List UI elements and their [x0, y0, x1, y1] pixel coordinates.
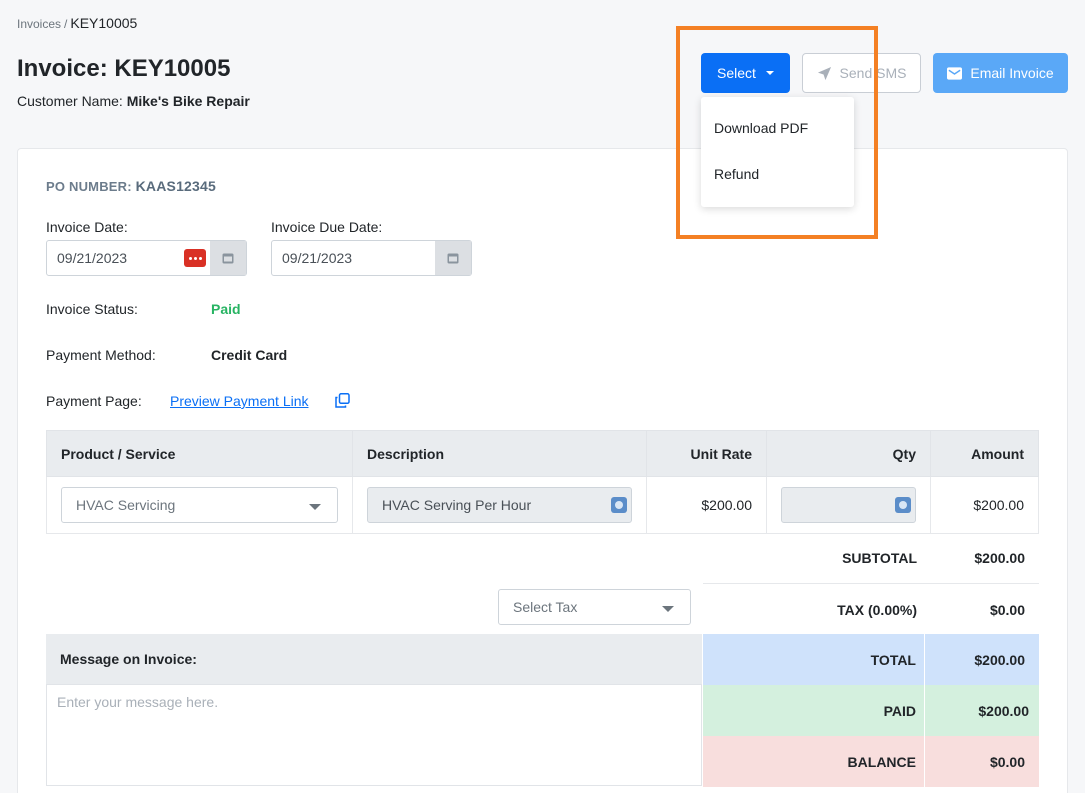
total-label: TOTAL	[703, 634, 925, 685]
amount-cell: $200.00	[930, 476, 1039, 534]
qty-cell	[766, 476, 931, 534]
chevron-down-icon	[662, 606, 674, 612]
unit-rate-cell: $200.00	[646, 476, 767, 534]
customer-name: Mike's Bike Repair	[126, 93, 250, 109]
chevron-down-icon	[309, 504, 321, 510]
column-header-qty: Qty	[766, 430, 931, 477]
message-textarea[interactable]: Enter your message here.	[46, 684, 702, 786]
paper-plane-icon	[817, 66, 831, 80]
paid-value: $200.00	[925, 685, 1039, 736]
input-helper-icon[interactable]	[895, 497, 911, 513]
customer-label: Customer Name:	[17, 93, 123, 109]
description-cell: HVAC Serving Per Hour	[352, 476, 647, 534]
calendar-icon[interactable]	[210, 241, 246, 275]
total-value: $200.00	[925, 634, 1039, 685]
menu-item-refund[interactable]: Refund	[714, 166, 759, 182]
table-header-row: Product / Service Description Unit Rate …	[46, 430, 1039, 477]
tax-select[interactable]: Select Tax	[498, 589, 691, 625]
email-invoice-label: Email Invoice	[970, 65, 1054, 81]
paid-row: PAID $200.00	[703, 685, 1039, 736]
table-row: HVAC Servicing HVAC Serving Per Hour $20…	[46, 476, 1039, 534]
menu-item-download-pdf[interactable]: Download PDF	[714, 120, 808, 136]
line-items-table: Product / Service Description Unit Rate …	[46, 430, 1039, 534]
balance-row: BALANCE $0.00	[703, 736, 1039, 787]
breadcrumb-current: KEY10005	[70, 15, 138, 31]
invoice-date-label: Invoice Date:	[46, 219, 128, 235]
input-helper-icon[interactable]	[611, 497, 627, 513]
select-button-label: Select	[717, 65, 756, 81]
column-header-product: Product / Service	[46, 430, 353, 477]
select-dropdown-button[interactable]: Select	[701, 53, 790, 93]
invoice-due-date-field[interactable]: 09/21/2023	[271, 240, 472, 276]
product-select[interactable]: HVAC Servicing	[61, 487, 338, 523]
breadcrumb-separator: /	[64, 17, 68, 31]
payment-method-value: Credit Card	[211, 347, 288, 363]
subtotal-label: SUBTOTAL	[842, 550, 917, 566]
column-header-amount: Amount	[930, 430, 1039, 477]
payment-method-label: Payment Method:	[46, 347, 156, 363]
product-select-value: HVAC Servicing	[76, 497, 176, 513]
send-sms-label: Send SMS	[839, 65, 907, 81]
select-dropdown-menu: Download PDF Refund	[701, 97, 854, 207]
product-cell: HVAC Servicing	[46, 476, 353, 534]
calendar-icon[interactable]	[435, 241, 471, 275]
breadcrumb-parent-link[interactable]: Invoices	[17, 17, 61, 31]
description-input[interactable]: HVAC Serving Per Hour	[367, 487, 632, 523]
invoice-due-date-label: Invoice Due Date:	[271, 219, 383, 235]
subtotal-value: $200.00	[974, 550, 1025, 566]
customer-info: Customer Name: Mike's Bike Repair	[17, 93, 250, 109]
qty-input[interactable]	[781, 487, 916, 523]
tax-row: TAX (0.00%) $0.00	[703, 584, 1039, 635]
copy-icon[interactable]	[335, 393, 350, 408]
po-label: PO NUMBER:	[46, 179, 132, 194]
preview-payment-link[interactable]: Preview Payment Link	[170, 393, 309, 409]
invoice-due-date-value[interactable]: 09/21/2023	[272, 241, 435, 275]
total-row: TOTAL $200.00	[703, 634, 1039, 685]
balance-value: $0.00	[925, 736, 1039, 787]
tax-select-placeholder: Select Tax	[513, 599, 578, 615]
tax-select-wrapper: Select Tax	[498, 589, 691, 625]
tax-label: TAX (0.00%)	[837, 601, 917, 618]
email-invoice-button[interactable]: Email Invoice	[933, 53, 1068, 93]
description-value: HVAC Serving Per Hour	[382, 497, 532, 513]
payment-page-label: Payment Page:	[46, 393, 142, 409]
caret-down-icon	[765, 71, 774, 75]
subtotal-row: SUBTOTAL $200.00	[703, 533, 1039, 584]
message-header: Message on Invoice:	[46, 634, 702, 684]
send-sms-button[interactable]: Send SMS	[802, 53, 921, 93]
envelope-icon	[947, 66, 963, 80]
invoice-status-label: Invoice Status:	[46, 301, 138, 317]
invoice-date-field[interactable]: 09/21/2023	[46, 240, 247, 276]
po-number: PO NUMBER: KAAS12345	[46, 178, 216, 194]
paid-label: PAID	[703, 685, 925, 736]
password-manager-icon[interactable]	[184, 249, 206, 267]
column-header-unit-rate: Unit Rate	[646, 430, 767, 477]
balance-label: BALANCE	[703, 736, 925, 787]
column-header-description: Description	[352, 430, 647, 477]
page-title: Invoice: KEY10005	[17, 55, 231, 82]
tax-value: $0.00	[989, 601, 1025, 618]
po-value: KAAS12345	[135, 178, 216, 194]
invoice-status-value: Paid	[211, 301, 241, 317]
breadcrumb: Invoices / KEY10005	[17, 15, 137, 31]
